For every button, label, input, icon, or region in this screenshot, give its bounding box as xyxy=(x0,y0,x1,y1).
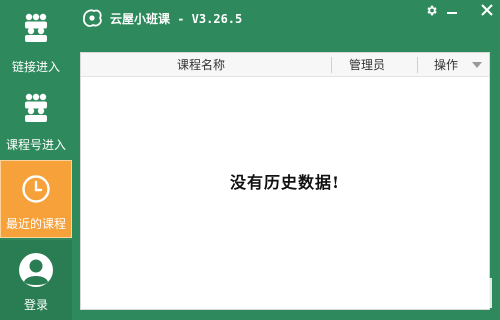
column-header-admin[interactable]: 管理员 xyxy=(349,53,385,77)
column-divider xyxy=(331,57,332,73)
gear-icon xyxy=(426,5,437,16)
empty-state-message: 没有历史数据! xyxy=(229,173,341,192)
app-title: 云屋小班课 - V3.26.5 xyxy=(110,12,243,26)
sidebar: 链接进入 课程号进入 最近的课程 登录 xyxy=(0,0,72,320)
app-logo-icon xyxy=(83,9,102,27)
sidebar-item-label: 最近的课程 xyxy=(5,217,66,231)
minimize-icon xyxy=(447,12,457,14)
column-header-actions[interactable]: 操作 xyxy=(434,53,458,77)
group-icon xyxy=(25,13,47,42)
watermark-logo xyxy=(376,274,492,309)
close-icon xyxy=(481,4,493,16)
user-icon xyxy=(19,253,53,287)
chevron-down-icon[interactable] xyxy=(472,62,482,68)
clock-icon xyxy=(22,175,50,203)
sidebar-item-label: 登录 xyxy=(23,298,48,312)
sidebar-item-label: 课程号进入 xyxy=(5,138,66,152)
sidebar-item-course-code[interactable]: 课程号进入 xyxy=(0,80,72,158)
sidebar-item-recent-courses[interactable]: 最近的课程 xyxy=(0,160,72,238)
title-bar: 云屋小班课 - V3.26.5 xyxy=(72,0,500,50)
sidebar-item-link-join[interactable]: 链接进入 xyxy=(0,0,72,78)
column-divider xyxy=(417,57,418,73)
table-header: 课程名称 管理员 操作 xyxy=(81,53,489,77)
minimize-button[interactable] xyxy=(445,1,459,15)
close-button[interactable] xyxy=(480,4,494,18)
column-header-course-name[interactable]: 课程名称 xyxy=(177,53,225,77)
group-icon xyxy=(25,93,47,122)
sidebar-item-label: 链接进入 xyxy=(11,60,60,74)
settings-button[interactable] xyxy=(424,4,438,18)
sidebar-item-login[interactable]: 登录 xyxy=(0,240,72,320)
